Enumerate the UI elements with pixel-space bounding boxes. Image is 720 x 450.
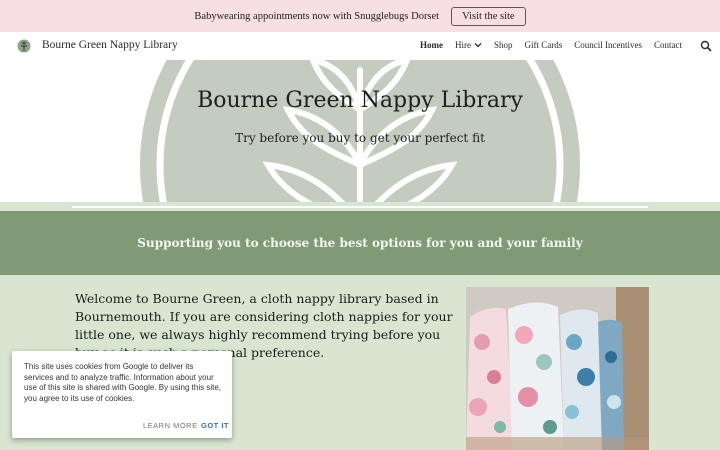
nav-gift-cards[interactable]: Gift Cards [525, 40, 563, 50]
nav-shop[interactable]: Shop [494, 40, 513, 50]
nav-hire-label: Hire [455, 40, 471, 50]
site-title[interactable]: Bourne Green Nappy Library [42, 39, 178, 51]
chevron-down-icon [474, 43, 482, 48]
site-header: Bourne Green Nappy Library Home Hire Sho… [0, 32, 720, 60]
nappies-image [466, 287, 649, 450]
cloth-nappies-photo [466, 287, 649, 450]
cookie-text: This site uses cookies from Google to de… [24, 362, 221, 403]
main-nav: Home Hire Shop Gift Cards Council Incent… [420, 40, 682, 50]
tagline-text: Supporting you to choose the best option… [137, 236, 583, 250]
search-icon[interactable] [700, 40, 712, 52]
nav-hire[interactable]: Hire [455, 40, 482, 50]
learn-more-button[interactable]: LEARN MORE [143, 421, 198, 430]
nav-council-incentives[interactable]: Council Incentives [574, 40, 642, 50]
nav-home[interactable]: Home [420, 40, 443, 50]
visit-site-button[interactable]: Visit the site [451, 6, 526, 26]
got-it-button[interactable]: GOT IT [201, 421, 229, 430]
cookie-notice: This site uses cookies from Google to de… [12, 351, 232, 438]
page-title: Bourne Green Nappy Library [197, 88, 523, 113]
announcement-bar: Babywearing appointments now with Snuggl… [0, 0, 720, 32]
page-subtitle: Try before you buy to get your perfect f… [235, 131, 485, 145]
nav-contact[interactable]: Contact [654, 40, 682, 50]
divider-line [72, 206, 648, 208]
tagline-band: Supporting you to choose the best option… [0, 211, 720, 275]
announcement-text: Babywearing appointments now with Snuggl… [194, 10, 440, 22]
site-logo-icon[interactable] [17, 39, 31, 53]
hero-section: Bourne Green Nappy Library Try before yo… [0, 60, 720, 202]
